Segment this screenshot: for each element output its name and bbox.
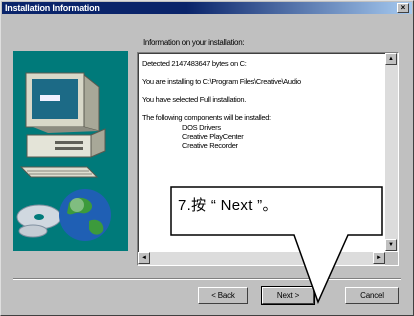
callout-instruction: 7.按 “ Next ”。 xyxy=(178,197,278,214)
callout-bubble xyxy=(170,186,383,305)
